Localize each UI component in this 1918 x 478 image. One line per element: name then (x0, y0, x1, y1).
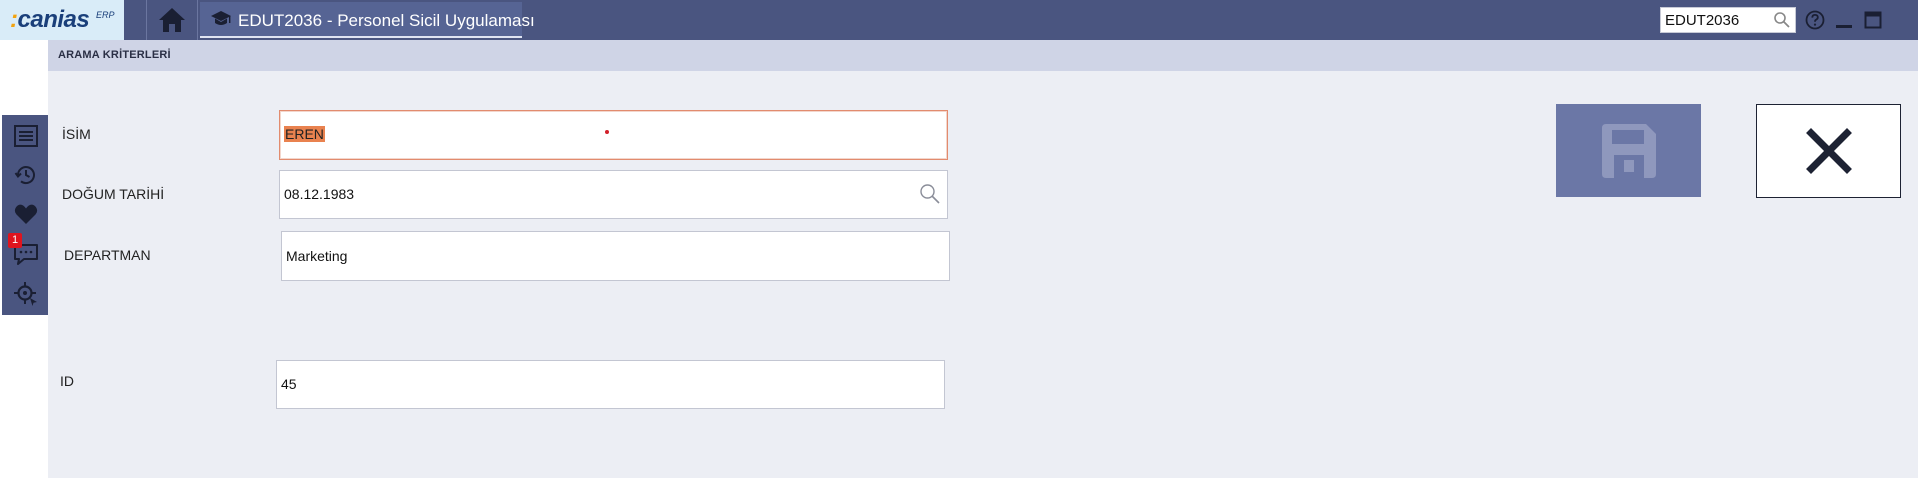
target-settings-icon (14, 282, 37, 306)
minimize-icon (1836, 25, 1852, 28)
save-button[interactable] (1556, 104, 1701, 197)
divider (197, 0, 198, 40)
dogum-tarihi-value: 08.12.1983 (284, 186, 355, 202)
sidebar-item-target[interactable] (13, 281, 39, 307)
canias-logo[interactable]: :canias ERP (0, 0, 124, 40)
id-label: ID (60, 373, 74, 389)
departman-value: Marketing (286, 248, 348, 264)
required-indicator (605, 130, 609, 134)
sidebar-item-favorites[interactable] (13, 201, 39, 227)
minimize-button[interactable] (1833, 9, 1855, 31)
isim-label: İSİM (62, 126, 91, 142)
logo-text: :canias (10, 6, 90, 33)
logo-superscript: ERP (96, 10, 115, 20)
history-clock-icon (14, 166, 35, 185)
transaction-search-value: EDUT2036 (1665, 12, 1740, 29)
close-x-icon (1805, 128, 1852, 174)
floppy-disk-icon (1601, 123, 1656, 178)
app-tab-title: EDUT2036 - Personel Sicil Uygulaması (238, 11, 535, 30)
departman-field[interactable]: Marketing (281, 231, 950, 281)
maximize-icon (1864, 11, 1882, 29)
sidebar-item-list[interactable] (13, 123, 39, 149)
list-icon (14, 125, 38, 147)
departman-label: DEPARTMAN (64, 247, 151, 263)
graduation-cap-icon (211, 11, 231, 25)
dogum-tarihi-label: DOĞUM TARİHİ (62, 186, 165, 202)
isim-field[interactable]: EREN (279, 110, 948, 160)
dogum-tarihi-field[interactable]: 08.12.1983 (279, 170, 948, 219)
favorites-heart-icon (14, 204, 38, 224)
section-header: ARAMA KRİTERLERİ (48, 40, 1918, 71)
top-bar: :canias ERP EDUT2036 - Personel Sicil Uy… (0, 0, 1918, 40)
side-toolbar: 1 (2, 115, 48, 315)
maximize-button[interactable] (1862, 9, 1884, 31)
help-icon (1805, 10, 1825, 30)
tab-personel-sicil[interactable]: EDUT2036 - Personel Sicil Uygulaması (200, 2, 535, 38)
transaction-search-input[interactable]: EDUT2036 (1660, 7, 1796, 33)
close-button[interactable] (1756, 104, 1901, 198)
search-icon[interactable] (1773, 11, 1791, 29)
divider (146, 0, 147, 40)
section-title: ARAMA KRİTERLERİ (58, 49, 171, 61)
id-value: 45 (281, 376, 297, 392)
search-icon[interactable] (919, 183, 941, 205)
id-field[interactable]: 45 (276, 360, 945, 409)
home-icon (159, 8, 185, 32)
help-button[interactable] (1804, 9, 1826, 31)
isim-value: EREN (284, 126, 325, 142)
home-button[interactable] (150, 4, 194, 36)
message-count-badge: 1 (8, 233, 22, 248)
sidebar-item-history[interactable] (13, 162, 39, 188)
